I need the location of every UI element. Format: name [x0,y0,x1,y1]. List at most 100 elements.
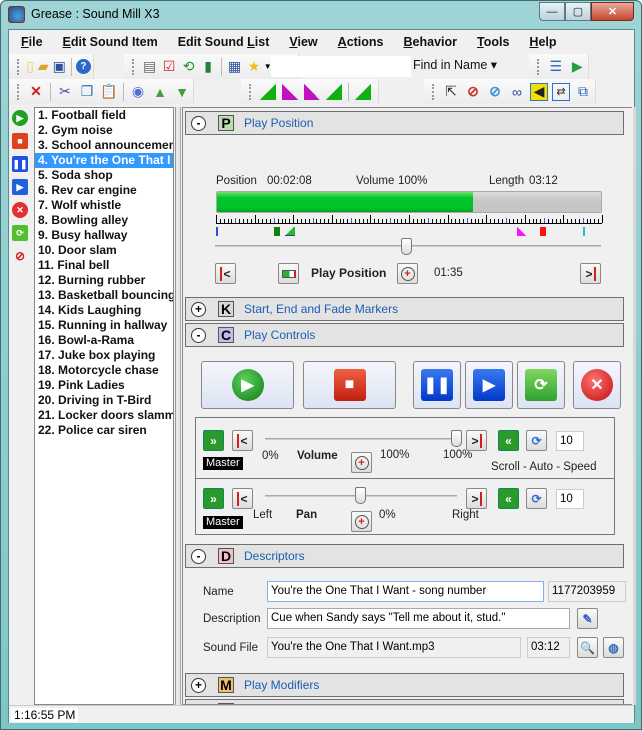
go-end-button[interactable]: > [580,263,601,284]
volume-speed-input[interactable]: 10 [556,431,584,451]
details-view-icon[interactable]: ☰ [547,58,565,76]
open-icon[interactable]: ▰ [38,58,49,76]
volume-max-button[interactable]: > [466,430,487,451]
list-item[interactable]: 19. Pink Ladies [35,378,173,393]
loop-icon[interactable]: ⟳ [12,225,28,241]
menu-edit-sound-item[interactable]: Edit Sound Item [63,35,158,49]
volume-auto-button[interactable]: ⟳ [526,430,547,451]
volume-min-button[interactable]: < [232,430,253,451]
list-item[interactable]: 3. School announcement [35,138,173,153]
menu-actions[interactable]: Actions [338,35,384,49]
cancel-button[interactable]: ✕ [573,361,621,409]
save-list-icon[interactable]: ▦ [227,58,243,76]
play-view-icon[interactable]: ▶ [568,58,586,76]
list-item[interactable]: 9. Busy hallway [35,228,173,243]
pan-reset-button[interactable]: + [351,511,372,532]
pause-button[interactable]: ❚❚ [413,361,461,409]
play-button[interactable]: ▶ [201,361,294,409]
end-marker[interactable] [540,227,547,236]
next-button[interactable]: ▶ [465,361,513,409]
link-icon[interactable]: ∞ [508,83,526,101]
new-icon[interactable]: ▯ [26,58,34,76]
next-icon[interactable]: ▶ [12,179,28,195]
menu-view[interactable]: View [289,35,317,49]
pan-right-button[interactable]: > [466,488,487,509]
book-icon[interactable]: ▮ [200,58,216,76]
list-item[interactable]: 10. Door slam [35,243,173,258]
splitter[interactable] [175,107,181,705]
description-input[interactable]: Cue when Sandy says "Tell me about it, s… [267,608,570,629]
list-item[interactable]: 7. Wolf whistle [35,198,173,213]
volume-slider[interactable] [265,438,457,440]
collapse-toggle[interactable]: - [191,115,206,131]
minimize-button[interactable]: — [539,2,565,21]
scrub-slider-thumb[interactable] [401,238,413,255]
search-input[interactable] [271,56,411,77]
sound-list[interactable]: 1. Football field 2. Gym noise 3. School a… [34,107,174,705]
expand-toggle[interactable]: + [191,301,206,317]
pan-auto-button[interactable]: ⟳ [526,488,547,509]
volume-fade-in-button[interactable]: » [203,430,224,451]
pan-fade-in-button[interactable]: » [203,488,224,509]
copy-icon[interactable]: ❐ [78,83,96,101]
fade-next-icon[interactable] [325,83,343,101]
crossfade-icon[interactable]: ⇄ [552,82,570,101]
list-item[interactable]: 15. Running in hallway [35,318,173,333]
add-position-button[interactable]: + [397,263,418,284]
volume-reset-button[interactable]: + [351,452,372,473]
menu-tools[interactable]: Tools [477,35,509,49]
stop-icon[interactable]: ■ [12,133,28,149]
section-markers[interactable]: + K Start, End and Fade Markers [185,297,624,321]
section-play-controls[interactable]: - C Play Controls [185,323,624,347]
volume-slider-thumb[interactable] [451,430,462,447]
expand-toggle[interactable]: + [191,677,206,693]
fade-stop-icon[interactable] [281,83,299,101]
section-play-position[interactable]: - P Play Position [185,111,624,135]
link-file-button[interactable]: ◍ [603,637,624,658]
refresh-icon[interactable]: ⟲ [181,58,197,76]
volume-icon[interactable]: ◀ [530,82,548,101]
start-marker[interactable] [216,227,218,236]
set-position-button[interactable] [278,263,299,284]
collapse-toggle[interactable]: - [191,327,206,343]
list-item[interactable]: 1. Football field [35,108,173,123]
list-item[interactable]: 6. Rev car engine [35,183,173,198]
pan-left-button[interactable]: < [232,488,253,509]
play-icon[interactable]: ▶ [12,110,28,126]
disable-icon[interactable]: ⊘ [486,83,504,101]
delete-icon[interactable]: ✕ [27,83,45,101]
volume-fade-out-button[interactable]: « [498,430,519,451]
pan-fade-out-button[interactable]: « [498,488,519,509]
list-item[interactable]: 11. Final bell [35,258,173,273]
list-item[interactable]: 14. Kids Laughing [35,303,173,318]
list-item[interactable]: 12. Burning rubber [35,273,173,288]
sound-effect-icon[interactable]: ◉ [129,83,147,101]
save-icon[interactable]: ▣ [53,58,66,76]
paste-icon[interactable]: 📋 [100,83,118,101]
list-item[interactable]: 8. Bowling alley [35,213,173,228]
move-up-icon[interactable]: ▲ [151,83,169,101]
detail-scrollbar[interactable] [633,107,636,705]
stop-button[interactable]: ■ [303,361,396,409]
close-button[interactable]: ✕ [591,2,634,21]
sequence-icon[interactable]: ⧉ [574,83,592,101]
fade-out-start-marker[interactable] [517,227,527,236]
help-icon[interactable]: ? [75,58,91,76]
edit-description-button[interactable]: ✎ [577,608,598,629]
list-item[interactable]: 16. Bowl-a-Rama [35,333,173,348]
cancel-icon[interactable]: ✕ [12,202,28,218]
menu-behavior[interactable]: Behavior [404,35,458,49]
fade-in-end-marker[interactable] [285,227,296,236]
properties-icon[interactable]: ▤ [142,58,158,76]
collapse-toggle[interactable]: - [191,548,206,564]
track-end-marker[interactable] [582,227,585,236]
fade-measure-icon[interactable] [354,83,372,101]
find-mode-dropdown[interactable]: Find in Name ▾ [413,57,497,72]
list-item[interactable]: 4. You're the One That I Want [35,153,173,168]
move-down-icon[interactable]: ▼ [173,83,191,101]
mute-icon[interactable]: ⊘ [12,248,28,264]
progress-bar[interactable] [216,191,602,213]
list-item[interactable]: 21. Locker doors slamming [35,408,173,423]
pause-icon[interactable]: ❚❚ [12,156,28,172]
checklist-icon[interactable]: ☑ [161,58,177,76]
